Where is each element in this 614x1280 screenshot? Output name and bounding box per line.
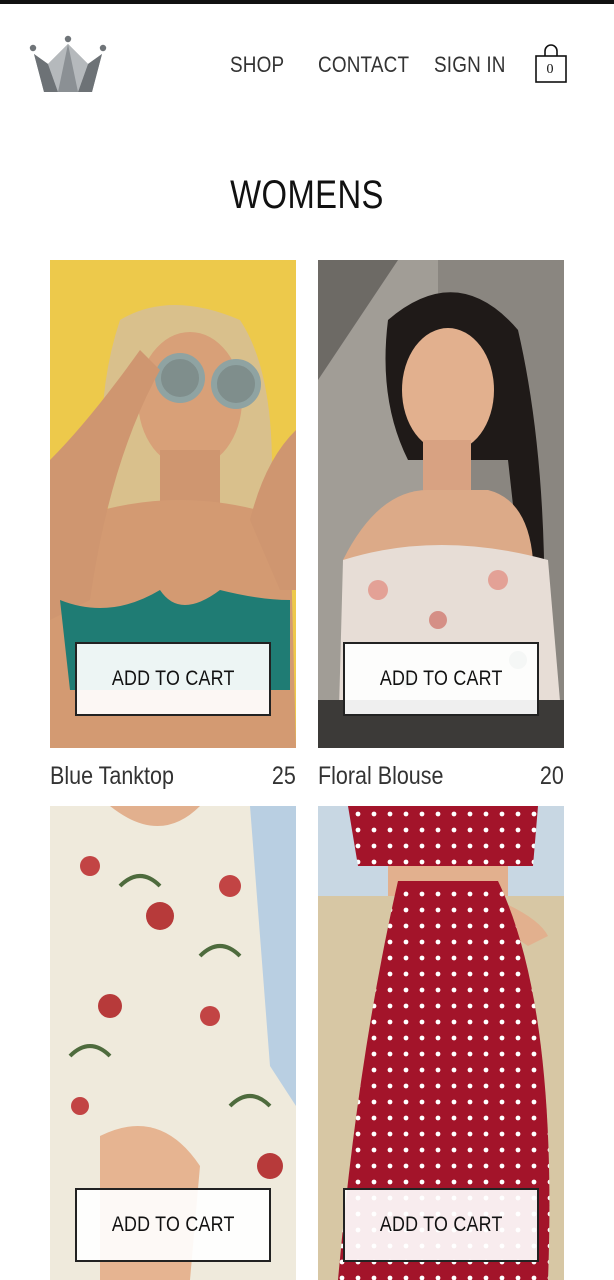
product-card: ADD TO CART: [50, 806, 296, 1280]
add-to-cart-button[interactable]: ADD TO CART: [343, 642, 539, 716]
cart-button[interactable]: 0: [534, 42, 570, 84]
product-info: Blue Tanktop 25: [50, 760, 296, 796]
add-to-cart-button[interactable]: ADD TO CART: [75, 642, 271, 716]
page-title: WOMENS: [230, 173, 384, 217]
nav-shop-link[interactable]: SHOP: [230, 51, 284, 79]
cart-count: 0: [546, 62, 554, 77]
add-to-cart-button[interactable]: ADD TO CART: [75, 1188, 271, 1262]
site-header: SHOP CONTACT SIGN IN 0: [0, 4, 614, 124]
product-info: Floral Blouse 20: [318, 760, 564, 796]
product-card: ADD TO CART Blue Tanktop 25: [50, 260, 296, 800]
product-price: 25: [272, 762, 296, 790]
product-card: ADD TO CART: [318, 806, 564, 1280]
product-card: ADD TO CART Floral Blouse 20: [318, 260, 564, 800]
product-name[interactable]: Floral Blouse: [318, 760, 443, 792]
main-nav: SHOP CONTACT SIGN IN: [0, 51, 614, 91]
nav-contact-link[interactable]: CONTACT: [318, 51, 409, 79]
product-name[interactable]: Blue Tanktop: [50, 760, 174, 792]
product-price: 20: [540, 762, 564, 790]
nav-signin-link[interactable]: SIGN IN: [434, 51, 506, 79]
add-to-cart-button[interactable]: ADD TO CART: [343, 1188, 539, 1262]
